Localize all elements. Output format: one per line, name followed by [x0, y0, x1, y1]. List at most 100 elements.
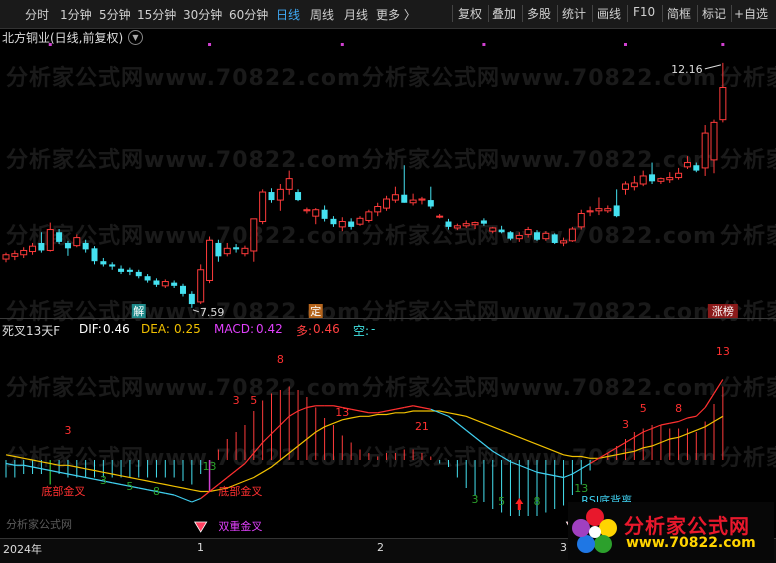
candle-body — [91, 248, 98, 262]
candle-body — [233, 247, 240, 250]
count-label: 13 — [335, 406, 349, 419]
count-label: 3 — [233, 394, 240, 407]
dif-line-segment — [554, 475, 564, 479]
dif-line-segment — [519, 464, 529, 470]
candle-body — [524, 229, 532, 235]
count-label: 3 — [100, 474, 107, 487]
dif-line-segment — [23, 464, 33, 468]
dif-line-segment — [386, 408, 396, 412]
dif-line-segment — [492, 450, 502, 458]
candle-body — [312, 209, 320, 217]
candle-body — [356, 217, 364, 225]
candle-body — [693, 165, 700, 171]
candle-body — [38, 242, 45, 251]
candle-body — [268, 192, 275, 201]
candle-body — [595, 208, 603, 212]
up-arrow-icon — [515, 498, 524, 510]
dif-line-segment — [625, 436, 635, 444]
indicator-name[interactable]: 死叉13天F — [2, 322, 60, 339]
count-label: 5 — [250, 394, 257, 407]
brand-small-text: 分析家公式网 — [6, 518, 72, 531]
candle-body — [498, 229, 505, 233]
dif-line-segment — [580, 462, 591, 470]
candle-body — [56, 232, 63, 242]
candle-body — [215, 242, 222, 257]
candle-body — [46, 229, 54, 251]
duo-value: 0.46 — [313, 322, 340, 336]
candle-body — [534, 232, 540, 240]
dif-line-segment — [200, 491, 210, 499]
dif-line-segment — [50, 469, 60, 473]
dif-line-segment — [448, 415, 458, 424]
candle-body — [383, 198, 391, 209]
dif-line-segment — [67, 473, 77, 477]
dif-line-segment — [474, 436, 485, 445]
dif-line-segment — [182, 497, 193, 503]
candle-body — [577, 212, 585, 228]
dif-line-segment — [412, 405, 423, 409]
candle-body — [391, 194, 399, 201]
signal-dot — [624, 43, 627, 46]
candle-body — [480, 220, 487, 224]
candle-body — [418, 198, 426, 201]
candle-body — [365, 211, 373, 221]
candle-body — [586, 210, 594, 213]
dif-line-segment — [616, 441, 626, 449]
dif-line-segment — [404, 405, 414, 409]
dif-line-segment — [173, 494, 184, 500]
count-label: 3 — [472, 493, 479, 506]
dif-value: 0.46 — [103, 322, 130, 336]
logo-url: www.70822.com — [626, 535, 756, 551]
count-label: 13 — [203, 460, 217, 473]
candle-body — [401, 194, 408, 203]
candle-body — [276, 188, 284, 201]
dif-line-segment — [262, 433, 272, 443]
candle-body — [436, 215, 444, 218]
candle-body — [471, 222, 479, 226]
candle-body — [666, 177, 674, 181]
event-marker-label: 解 — [133, 304, 144, 318]
candle-body — [657, 178, 665, 182]
dif-line-segment — [589, 457, 600, 465]
signal-annotation: 底部金叉 — [41, 484, 85, 498]
dif-line-segment — [271, 424, 281, 435]
candle-body — [295, 192, 302, 201]
candle-body — [675, 172, 683, 179]
dif-line-segment — [713, 379, 724, 394]
candle-body — [507, 232, 514, 239]
x-axis-label: 2 — [377, 541, 384, 554]
dif-line-segment — [695, 407, 706, 417]
diamond-signal-icon — [193, 521, 208, 533]
candle-body — [153, 280, 160, 285]
dif-line-segment — [226, 470, 237, 478]
dif-line-segment — [634, 431, 644, 438]
candle-body — [118, 268, 125, 272]
dif-line-segment — [32, 466, 42, 470]
price-chart: 12.167.59解定涨榜33 5 8133 5813213 5 81335 813底部金叉… — [0, 43, 776, 552]
candle-body — [250, 218, 258, 252]
candle-body — [2, 254, 10, 260]
dif-line-segment — [660, 422, 670, 426]
dif-line-segment — [253, 442, 264, 454]
candle-body — [560, 240, 568, 244]
candle-body — [82, 242, 89, 250]
candle-body — [20, 249, 28, 256]
candle-body — [180, 285, 186, 294]
signal-annotation: 双重金叉 — [218, 519, 262, 533]
candle-body — [701, 132, 709, 169]
x-axis-label: 2024年 — [3, 543, 42, 556]
candle-body — [197, 269, 205, 303]
signal-dot — [482, 43, 486, 46]
candle-body — [630, 182, 638, 188]
dif-line-segment — [351, 408, 361, 412]
candle-body — [542, 232, 550, 240]
dif-line-segment — [669, 420, 679, 424]
candle-body — [462, 223, 470, 227]
signal-dot — [208, 43, 212, 46]
count-label: 5 — [126, 480, 133, 493]
candle-body — [144, 276, 151, 281]
dea-value: 0.25 — [174, 322, 201, 336]
dif-line-segment — [218, 477, 228, 485]
candle-body — [622, 183, 629, 190]
dif-line-segment — [501, 455, 511, 463]
